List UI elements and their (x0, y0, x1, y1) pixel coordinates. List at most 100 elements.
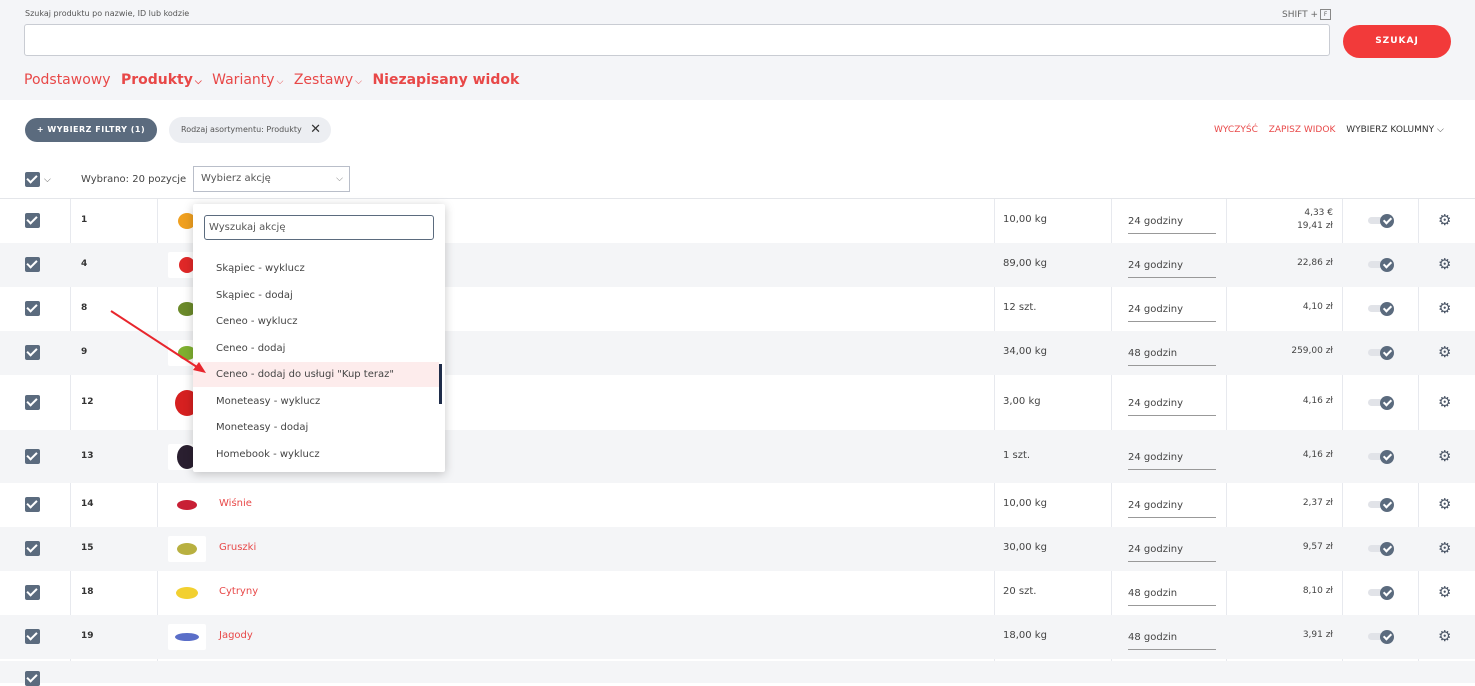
tab-unsaved-view[interactable]: Niezapisany widok (372, 72, 519, 88)
check-icon (1380, 498, 1394, 512)
product-name-link[interactable]: Gruszki (219, 542, 256, 553)
row-checkbox[interactable] (25, 448, 40, 464)
visibility-toggle[interactable] (1368, 395, 1396, 410)
price-value: 4,16 zł (1302, 449, 1333, 460)
product-id: 4 (81, 259, 88, 269)
product-price: 259,00 zł (1291, 346, 1333, 359)
row-checkbox[interactable] (25, 213, 40, 228)
price-value: 259,00 zł (1291, 346, 1333, 356)
gear-icon[interactable]: ⚙ (1438, 343, 1451, 361)
check-icon (1380, 542, 1394, 556)
dropdown-option[interactable]: Ceneo - wyklucz (193, 309, 439, 334)
shortcut-key: F (1320, 9, 1332, 20)
table-row[interactable]: 14 Wiśnie 10,00 kg 24 godziny 2,37 zł ⚙ (0, 483, 1475, 527)
row-checkbox[interactable] (25, 629, 40, 644)
shipping-time-field[interactable]: 48 godzin (1128, 632, 1216, 650)
product-id: 8 (81, 303, 88, 313)
product-id: 14 (81, 499, 94, 509)
action-select[interactable]: Wybierz akcję ⌵ (193, 166, 350, 192)
visibility-toggle[interactable] (1368, 214, 1396, 228)
table-row[interactable]: 18 Cytryny 20 szt. 48 godzin 8,10 zł ⚙ (0, 571, 1475, 615)
product-weight: 3,00 kg (1003, 395, 1041, 407)
select-all-checkbox[interactable] (25, 172, 40, 187)
product-name-link[interactable]: Wiśnie (219, 498, 252, 509)
choose-columns-button[interactable]: WYBIERZ KOLUMNY ⌵ (1346, 125, 1444, 135)
product-thumbnail (168, 536, 206, 562)
table-row[interactable]: 15 Gruszki 30,00 kg 24 godziny 9,57 zł ⚙ (0, 527, 1475, 571)
product-id: 12 (81, 396, 94, 407)
row-checkbox[interactable] (25, 394, 40, 410)
gear-icon[interactable]: ⚙ (1438, 299, 1451, 317)
tab-zestawy[interactable]: Zestawy ⌵ (294, 72, 362, 88)
row-checkbox[interactable] (25, 585, 40, 600)
shipping-time-field[interactable]: 24 godziny (1128, 500, 1216, 518)
shipping-time-field[interactable]: 48 godzin (1128, 348, 1216, 366)
visibility-toggle[interactable] (1368, 302, 1396, 316)
search-button[interactable]: SZUKAJ (1343, 25, 1451, 58)
shipping-time-field[interactable]: 24 godziny (1128, 544, 1216, 562)
row-checkbox[interactable] (25, 301, 40, 316)
row-checkbox[interactable] (25, 671, 40, 686)
clear-button[interactable]: WYCZYŚĆ (1214, 125, 1258, 135)
action-search-input[interactable]: Wyszukaj akcję (204, 215, 434, 240)
shipping-time-field[interactable]: 48 godzin (1128, 588, 1216, 606)
visibility-toggle[interactable] (1368, 449, 1396, 464)
dropdown-option[interactable]: Ceneo - dodaj do usługi "Kup teraz" (193, 362, 439, 387)
dropdown-option[interactable]: Moneteasy - dodaj (193, 415, 439, 440)
visibility-toggle[interactable] (1368, 542, 1396, 556)
dropdown-option[interactable]: Homebook - wyklucz (193, 442, 439, 467)
gear-icon[interactable]: ⚙ (1438, 393, 1451, 411)
price-value: 4,16 zł (1302, 395, 1333, 406)
shipping-time-field[interactable]: 24 godziny (1128, 216, 1216, 234)
dropdown-option[interactable]: Ceneo - dodaj (193, 336, 439, 361)
table-row[interactable] (0, 661, 1475, 686)
product-price: 8,10 zł (1303, 586, 1333, 599)
tab-podstawowy[interactable]: Podstawowy (24, 72, 111, 88)
tab-label: Zestawy (293, 72, 354, 88)
price-value: 9,57 zł (1302, 542, 1333, 552)
check-icon (1380, 449, 1394, 464)
gear-icon[interactable]: ⚙ (1438, 539, 1451, 557)
visibility-toggle[interactable] (1368, 498, 1396, 512)
gear-icon[interactable]: ⚙ (1438, 255, 1451, 273)
save-view-button[interactable]: ZAPISZ WIDOK (1269, 125, 1336, 135)
visibility-toggle[interactable] (1368, 586, 1396, 600)
chevron-down-icon: ⌵ (355, 77, 362, 87)
product-price: 3,91 zł (1303, 630, 1333, 643)
dropdown-scrollbar[interactable] (439, 364, 442, 404)
shipping-time-field[interactable]: 24 godziny (1128, 398, 1216, 416)
tab-produkty[interactable]: Produkty ⌵ (121, 72, 202, 88)
dropdown-option[interactable]: Skąpiec - dodaj (193, 283, 439, 308)
dropdown-option[interactable]: Skąpiec - wyklucz (193, 256, 439, 281)
dropdown-option[interactable]: Moneteasy - wyklucz (193, 389, 439, 414)
search-input[interactable] (24, 24, 1330, 56)
chevron-down-icon[interactable]: ⌵ (44, 175, 51, 185)
gear-icon[interactable]: ⚙ (1438, 583, 1451, 601)
row-checkbox[interactable] (25, 345, 40, 360)
row-checkbox[interactable] (25, 257, 40, 272)
product-weight: 1 szt. (1003, 449, 1031, 461)
tab-label: Produkty (120, 72, 193, 88)
gear-icon[interactable]: ⚙ (1438, 627, 1451, 645)
gear-icon[interactable]: ⚙ (1438, 211, 1451, 229)
product-weight: 34,00 kg (1003, 346, 1047, 357)
shipping-time-field[interactable]: 24 godziny (1128, 304, 1216, 322)
check-icon (1380, 302, 1394, 316)
tab-warianty[interactable]: Warianty ⌵ (212, 72, 283, 88)
visibility-toggle[interactable] (1368, 258, 1396, 272)
shipping-time-field[interactable]: 24 godziny (1128, 452, 1216, 470)
table-row[interactable]: 19 Jagody 18,00 kg 48 godzin 3,91 zł ⚙ (0, 615, 1475, 659)
product-name-link[interactable]: Jagody (219, 630, 253, 641)
gear-icon[interactable]: ⚙ (1438, 495, 1451, 513)
visibility-toggle[interactable] (1368, 630, 1396, 644)
row-checkbox[interactable] (25, 541, 40, 556)
product-name-link[interactable]: Cytryny (219, 586, 258, 597)
view-tabs: Podstawowy Produkty ⌵ Warianty ⌵ Zestawy ⌵ … (24, 72, 525, 88)
check-icon (1380, 214, 1394, 228)
close-icon[interactable]: ✕ (310, 117, 321, 143)
shipping-time-field[interactable]: 24 godziny (1128, 260, 1216, 278)
row-checkbox[interactable] (25, 497, 40, 512)
gear-icon[interactable]: ⚙ (1438, 447, 1451, 465)
choose-filters-button[interactable]: + WYBIERZ FILTRY (1) (25, 118, 157, 142)
visibility-toggle[interactable] (1368, 346, 1396, 360)
